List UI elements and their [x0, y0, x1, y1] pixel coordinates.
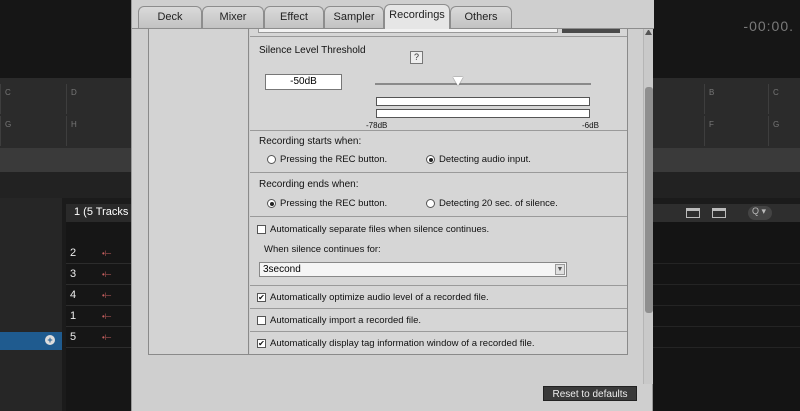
silence-duration-label: When silence continues for: [264, 244, 381, 255]
browser-sidebar: + [0, 198, 62, 411]
table-row [652, 328, 800, 348]
pad[interactable]: F [704, 116, 766, 146]
vertical-scrollbar[interactable] [643, 29, 653, 384]
import-label[interactable]: Automatically import a recorded file. [270, 315, 421, 326]
preferences-dialog: Deck Mixer Effect Sampler Recordings Oth… [131, 0, 654, 411]
scrollbar-thumb[interactable] [645, 87, 653, 313]
pad[interactable]: C [768, 84, 800, 114]
separate-files-label[interactable]: Automatically separate files when silenc… [270, 224, 489, 235]
track-row[interactable]: 5 •⊢ [66, 328, 132, 348]
tag-info-section: ✔ Automatically display tag information … [250, 331, 627, 354]
track-number: 2 [70, 247, 77, 259]
track-row[interactable]: 4 •⊢ [66, 286, 132, 306]
category-panel [149, 29, 249, 354]
track-status-icon: •⊢ [102, 312, 112, 321]
silence-threshold-title: Silence Level Threshold [259, 45, 366, 56]
silence-duration-value: 3second [263, 264, 301, 275]
tab-effect[interactable]: Effect [264, 6, 324, 28]
track-status-icon: •⊢ [102, 333, 112, 342]
pad[interactable]: G [768, 116, 800, 146]
end-silence-label[interactable]: Detecting 20 sec. of silence. [439, 198, 558, 209]
threshold-slider[interactable] [375, 83, 591, 85]
pad[interactable]: B [704, 84, 766, 114]
pad[interactable]: H [66, 116, 128, 146]
track-status-icon: •⊢ [102, 291, 112, 300]
track-number: 5 [70, 331, 77, 343]
tab-bar: Deck Mixer Effect Sampler Recordings Oth… [132, 0, 654, 29]
recording-end-title: Recording ends when: [259, 179, 359, 190]
end-rec-button-radio[interactable] [267, 199, 276, 208]
table-row [652, 265, 800, 285]
start-rec-button-label[interactable]: Pressing the REC button. [280, 154, 387, 165]
level-meter-right [376, 109, 590, 118]
optimize-checkbox[interactable]: ✔ [257, 293, 266, 302]
silence-threshold-section: Silence Level Threshold ? -50dB -78dB -6… [250, 36, 627, 130]
track-row[interactable]: 2 •⊢ [66, 244, 132, 264]
silence-duration-select[interactable]: 3second ▼ [259, 262, 567, 277]
table-row [652, 307, 800, 327]
chevron-down-icon[interactable]: ▼ [555, 264, 565, 275]
recording-start-title: Recording starts when: [259, 136, 362, 147]
tag-info-label[interactable]: Automatically display tag information wi… [270, 338, 535, 349]
scroll-up-icon[interactable] [645, 30, 652, 35]
end-silence-radio[interactable] [426, 199, 435, 208]
import-section: Automatically import a recorded file. [250, 308, 627, 331]
tracks-header: 1 (5 Tracks [66, 204, 132, 222]
tab-sampler[interactable]: Sampler [324, 6, 384, 28]
start-audio-input-label[interactable]: Detecting audio input. [439, 154, 531, 165]
help-icon[interactable]: ? [410, 51, 423, 64]
threshold-slider-thumb[interactable] [453, 77, 463, 86]
track-number: 1 [70, 310, 77, 322]
reset-to-defaults-button[interactable]: Reset to defaults [543, 386, 637, 401]
separate-files-checkbox[interactable] [257, 225, 266, 234]
track-columns [652, 222, 800, 411]
tab-mixer[interactable]: Mixer [202, 6, 264, 28]
optimize-label[interactable]: Automatically optimize audio level of a … [270, 292, 489, 303]
optimize-section: ✔ Automatically optimize audio level of … [250, 285, 627, 308]
tab-recordings[interactable]: Recordings [384, 4, 450, 29]
browser-toolbar-right: Q ▾ [652, 204, 800, 222]
tab-deck[interactable]: Deck [138, 6, 202, 28]
import-checkbox[interactable] [257, 316, 266, 325]
recording-start-section: Recording starts when: Pressing the REC … [250, 130, 627, 172]
tag-info-checkbox[interactable]: ✔ [257, 339, 266, 348]
end-rec-button-label[interactable]: Pressing the REC button. [280, 198, 387, 209]
track-number: 3 [70, 268, 77, 280]
view-list-icon[interactable] [686, 208, 700, 218]
table-row [652, 244, 800, 264]
track-row[interactable]: 3 •⊢ [66, 265, 132, 285]
search-icon[interactable]: Q ▾ [748, 206, 772, 220]
table-row [652, 286, 800, 306]
start-rec-button-radio[interactable] [267, 155, 276, 164]
folder-path-field[interactable] [258, 29, 558, 33]
track-status-icon: •⊢ [102, 270, 112, 279]
track-row[interactable]: 1 •⊢ [66, 307, 132, 327]
browse-button[interactable] [562, 29, 620, 33]
meter-min-label: -78dB [366, 121, 388, 130]
level-meter-left [376, 97, 590, 106]
track-number: 4 [70, 289, 77, 301]
threshold-value-field[interactable]: -50dB [265, 74, 342, 90]
meter-max-label: -6dB [582, 121, 599, 130]
time-display: -00:00. [743, 18, 794, 34]
sidebar-selected-item[interactable]: + [0, 332, 62, 350]
add-icon[interactable]: + [45, 335, 55, 345]
tab-others[interactable]: Others [450, 6, 512, 28]
recording-end-section: Recording ends when: Pressing the REC bu… [250, 172, 627, 216]
pad[interactable]: D [66, 84, 128, 114]
pad[interactable]: C [0, 84, 62, 114]
separate-files-section: Automatically separate files when silenc… [250, 216, 627, 285]
track-status-icon: •⊢ [102, 249, 112, 258]
pad[interactable]: G [0, 116, 62, 146]
track-list: 2 •⊢ 3 •⊢ 4 •⊢ 1 •⊢ 5 •⊢ [66, 222, 132, 411]
settings-panel: Silence Level Threshold ? -50dB -78dB -6… [148, 29, 628, 355]
view-grid-icon[interactable] [712, 208, 726, 218]
recordings-settings: Silence Level Threshold ? -50dB -78dB -6… [250, 29, 627, 354]
start-audio-input-radio[interactable] [426, 155, 435, 164]
